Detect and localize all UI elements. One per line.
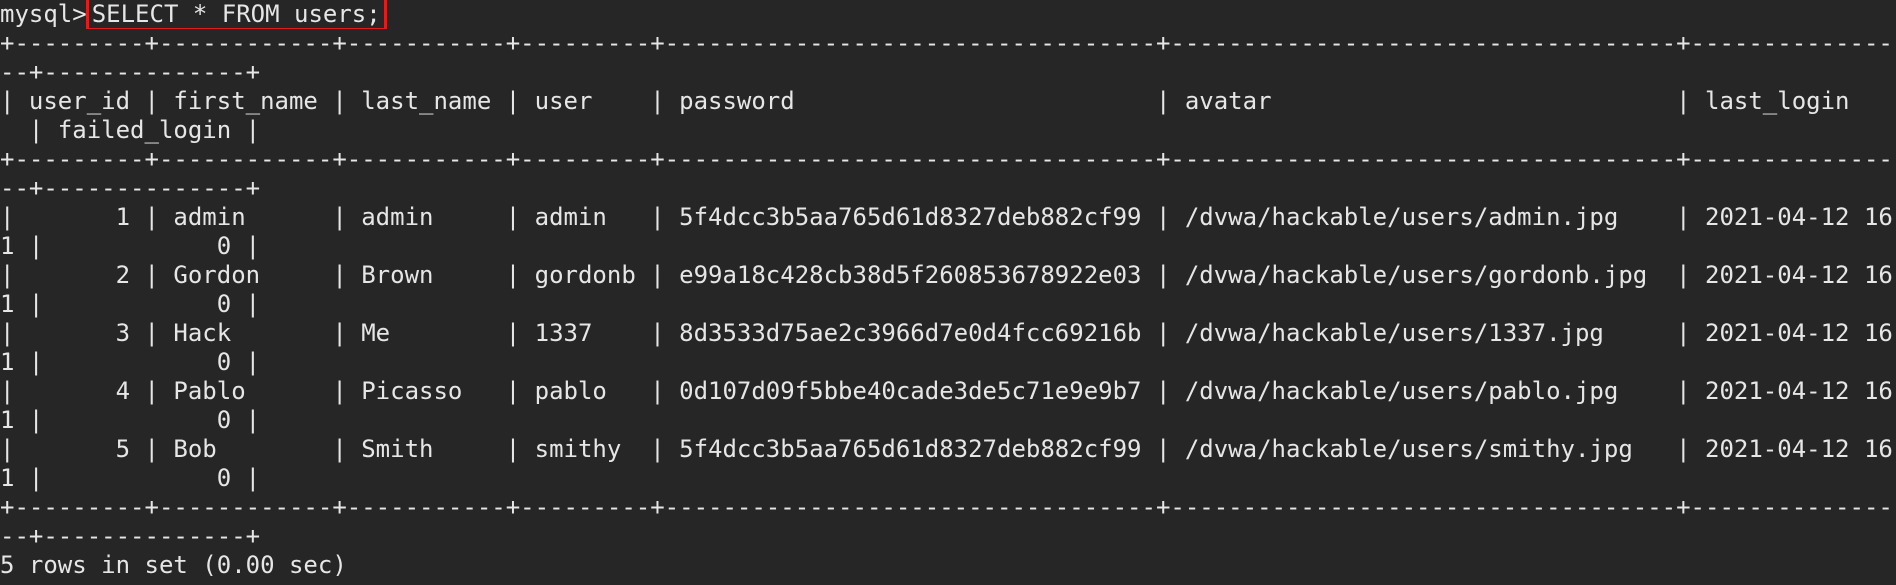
table-row: | 5 | Bob | Smith | smithy | 5f4dcc3b5aa… bbox=[0, 435, 1896, 463]
table-row-wrap: 1 | 0 | bbox=[0, 232, 261, 260]
highlighted-command: SELECT * FROM users; bbox=[85, 0, 387, 29]
table-header-row: | user_id | first_name | last_name | use… bbox=[0, 87, 1850, 115]
table-row: | 4 | Pablo | Picasso | pablo | 0d107d09… bbox=[0, 377, 1896, 405]
table-row-wrap: 1 | 0 | bbox=[0, 406, 261, 434]
prompt-line: mysql> SELECT * FROM users; bbox=[0, 0, 1896, 29]
table-border-bottom-wrap: --+--------------+ bbox=[0, 522, 261, 550]
table-border-top-wrap: --+--------------+ bbox=[0, 58, 261, 86]
table-row-wrap: 1 | 0 | bbox=[0, 290, 261, 318]
table-row: | 2 | Gordon | Brown | gordonb | e99a18c… bbox=[0, 261, 1896, 289]
terminal-window[interactable]: mysql> SELECT * FROM users; +---------+--… bbox=[0, 0, 1896, 585]
table-row: | 1 | admin | admin | admin | 5f4dcc3b5a… bbox=[0, 203, 1896, 231]
table-row: | 3 | Hack | Me | 1337 | 8d3533d75ae2c39… bbox=[0, 319, 1896, 347]
table-border-mid-wrap: --+--------------+ bbox=[0, 174, 261, 202]
table-row-wrap: 1 | 0 | bbox=[0, 464, 261, 492]
table-row-wrap: 1 | 0 | bbox=[0, 348, 261, 376]
table-border-top: +---------+------------+-----------+----… bbox=[0, 29, 1896, 57]
table-border-mid: +---------+------------+-----------+----… bbox=[0, 145, 1896, 173]
table-border-bottom: +---------+------------+-----------+----… bbox=[0, 493, 1896, 521]
result-summary: 5 rows in set (0.00 sec) bbox=[0, 551, 347, 579]
table-header-row-wrap: | failed_login | bbox=[0, 116, 261, 144]
mysql-prompt: mysql> bbox=[0, 0, 87, 28]
